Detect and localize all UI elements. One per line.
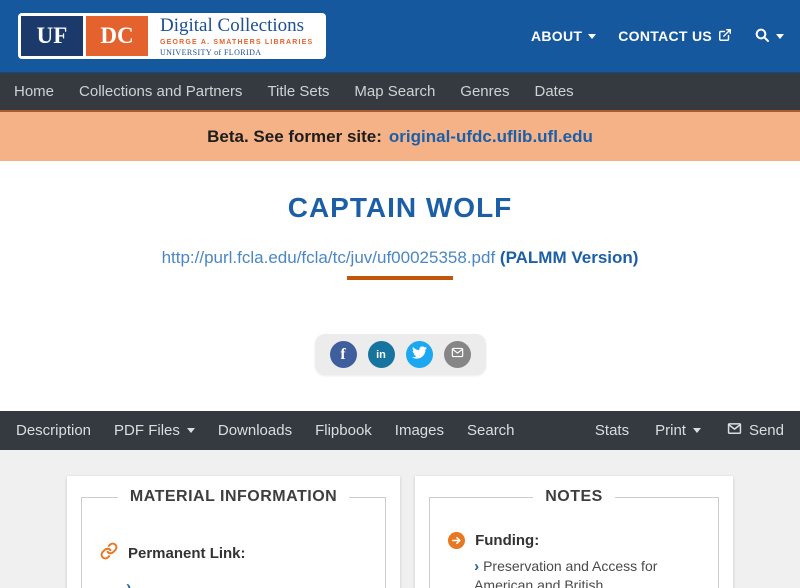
print-menu[interactable]: Print <box>655 422 701 439</box>
search-icon <box>754 27 770 46</box>
social-share-bar: f in <box>314 334 486 375</box>
funding-label: Funding: <box>475 532 540 549</box>
logo-text: Digital Collections GEORGE A. SMATHERS L… <box>148 14 323 57</box>
page-title: CAPTAIN WOLF <box>287 192 513 223</box>
site-header: UF DC Digital Collections GEORGE A. SMAT… <box>0 0 800 73</box>
notes-heading: NOTES <box>545 488 603 505</box>
beta-banner: Beta. See former site: original-ufdc.ufl… <box>0 110 800 161</box>
header-menu: ABOUT CONTACT US <box>531 27 784 46</box>
tab-pdf-files[interactable]: PDF Files <box>114 422 195 439</box>
arrow-circle-icon <box>448 532 466 549</box>
nav-item-title-sets[interactable]: Title Sets <box>267 83 329 100</box>
facebook-icon: f <box>340 345 346 363</box>
material-information-heading: MATERIAL INFORMATION <box>129 488 338 505</box>
envelope-icon <box>451 346 464 364</box>
about-menu[interactable]: ABOUT <box>530 28 597 44</box>
send-button[interactable]: Send <box>727 421 784 440</box>
material-information-fieldset: MATERIAL INFORMATION Permanent Link: › h… <box>81 488 387 588</box>
twitter-share-button[interactable] <box>405 341 433 368</box>
contact-us-link[interactable]: CONTACT US <box>618 28 732 45</box>
twitter-icon <box>411 345 427 365</box>
link-chain-icon <box>100 542 118 564</box>
logo-title: Digital Collections <box>160 14 305 36</box>
beta-banner-text: Beta. See former site: <box>207 126 382 146</box>
permanent-link-row: Permanent Link: <box>100 542 367 564</box>
stats-button[interactable]: Stats <box>595 422 629 439</box>
tab-search[interactable]: Search <box>467 422 515 439</box>
permanent-link-value-row: › http://ufdc.ufl.edu/UF00025358/00001 <box>100 578 367 588</box>
search-menu[interactable] <box>754 27 784 46</box>
ufdc-logo[interactable]: UF DC Digital Collections GEORGE A. SMAT… <box>18 13 327 59</box>
facebook-share-button[interactable]: f <box>329 341 357 368</box>
tab-downloads[interactable]: Downloads <box>218 422 292 439</box>
funding-value: › Preservation and Access for American an… <box>448 557 700 588</box>
linkedin-icon: in <box>376 348 386 361</box>
permanent-link-label: Permanent Link: <box>128 544 246 562</box>
item-header-section: CAPTAIN WOLF http://purl.fcla.edu/fcla/t… <box>0 161 800 411</box>
dc-logo-tile: DC <box>86 16 148 56</box>
contact-label: CONTACT US <box>618 28 712 44</box>
toolbar-left-group: Description PDF Files Downloads Flipbook… <box>16 422 515 439</box>
pdf-files-label: PDF Files <box>114 422 180 439</box>
nav-item-collections-and-partners[interactable]: Collections and Partners <box>79 83 242 100</box>
chevron-right-icon: › <box>474 558 480 575</box>
email-share-button[interactable] <box>443 341 471 368</box>
logo-subtitle-university: UNIVERSITY of FLORIDA <box>160 47 262 57</box>
uf-logo-tile: UF <box>21 16 83 56</box>
nav-item-map-search[interactable]: Map Search <box>354 83 435 100</box>
main-navigation: Home Collections and Partners Title Sets… <box>0 73 800 110</box>
external-link-icon <box>718 28 732 45</box>
print-label: Print <box>655 422 686 439</box>
tab-images[interactable]: Images <box>395 422 444 439</box>
metadata-section: MATERIAL INFORMATION Permanent Link: › h… <box>0 450 800 588</box>
orange-divider <box>347 276 453 280</box>
chevron-down-icon <box>186 428 195 437</box>
linkedin-share-button[interactable]: in <box>367 341 395 368</box>
document-toolbar: Description PDF Files Downloads Flipbook… <box>0 411 800 450</box>
chevron-down-icon <box>692 428 701 437</box>
toolbar-right-group: Stats Print Send <box>595 421 784 440</box>
purl-line: http://purl.fcla.edu/fcla/tc/juv/uf00025… <box>0 247 800 268</box>
notes-fieldset: NOTES Funding: › Preservation and Access … <box>429 488 719 588</box>
nav-item-dates[interactable]: Dates <box>534 83 573 100</box>
purl-link[interactable]: http://purl.fcla.edu/fcla/tc/juv/uf00025… <box>162 248 496 267</box>
send-label: Send <box>748 422 784 439</box>
palmm-version-label: (PALMM Version) <box>499 248 639 267</box>
material-information-card: MATERIAL INFORMATION Permanent Link: › h… <box>67 476 401 588</box>
former-site-link[interactable]: original-ufdc.uflib.ufl.edu <box>389 127 593 147</box>
tab-description[interactable]: Description <box>16 422 91 439</box>
tab-flipbook[interactable]: Flipbook <box>315 422 372 439</box>
logo-subtitle-libraries: GEORGE A. SMATHERS LIBRARIES <box>160 38 314 46</box>
chevron-down-icon <box>776 33 784 43</box>
funding-row: Funding: <box>448 532 700 549</box>
nav-item-home[interactable]: Home <box>14 83 54 100</box>
envelope-icon <box>727 421 742 440</box>
nav-item-genres[interactable]: Genres <box>460 83 509 100</box>
chevron-down-icon <box>588 33 597 43</box>
notes-card: NOTES Funding: › Preservation and Access … <box>415 476 733 588</box>
funding-text-line1: Preservation and Access for American and… <box>474 558 658 588</box>
chevron-right-icon: › <box>126 578 131 588</box>
about-label: ABOUT <box>530 28 583 44</box>
